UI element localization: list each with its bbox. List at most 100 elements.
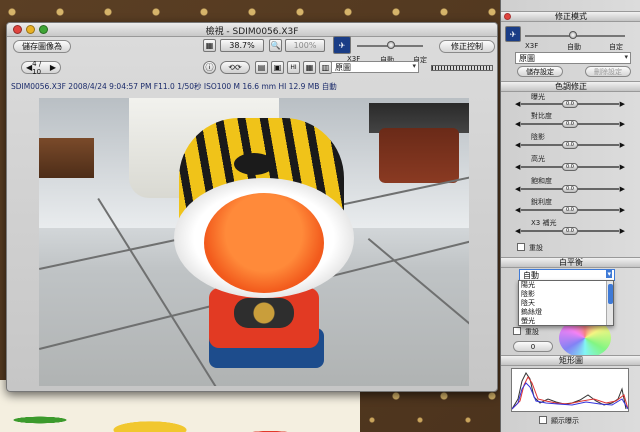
white-balance-header[interactable]: 白平衡 bbox=[501, 257, 640, 268]
wb-reset-checkbox[interactable] bbox=[513, 327, 521, 335]
chevron-down-icon: ▾ bbox=[606, 270, 612, 278]
close-palette-icon[interactable] bbox=[504, 13, 511, 20]
mode-label-auto: 自動 bbox=[567, 43, 581, 51]
wb-option-sunlight[interactable]: 陽光 bbox=[519, 281, 613, 290]
histogram-title: 矩形圖 bbox=[559, 356, 583, 365]
increase-icon[interactable]: ▶ bbox=[620, 227, 625, 235]
display-mode-value: 原圖 bbox=[335, 62, 351, 72]
sharpness-slider[interactable]: ◀ 0.0 ▶ bbox=[515, 206, 625, 214]
increase-icon[interactable]: ▶ bbox=[620, 206, 625, 214]
color-correction-title: 色調修正 bbox=[555, 82, 587, 91]
grid-icon[interactable]: ▦ bbox=[303, 61, 316, 74]
x3f-mode-icon[interactable]: ✈ bbox=[333, 36, 351, 54]
magnify-icon[interactable]: 🔍 bbox=[269, 39, 282, 52]
mode-slider-knob[interactable] bbox=[387, 41, 395, 49]
increase-icon[interactable]: ▶ bbox=[620, 163, 625, 171]
top-toolbar: 儲存圖像為 ▦ 38.7% 🔍 100% ✈ X3F 自動 自定 修正控制 bbox=[7, 36, 497, 64]
saturation-knob[interactable]: 0.0 bbox=[562, 185, 578, 193]
decrease-icon[interactable]: ◀ bbox=[515, 141, 520, 149]
decrease-icon[interactable]: ◀ bbox=[515, 206, 520, 214]
increase-icon[interactable]: ▶ bbox=[620, 100, 625, 108]
floor-grout-line bbox=[367, 238, 469, 369]
wb-option-overcast[interactable]: 陰天 bbox=[519, 299, 613, 308]
white-balance-title: 白平衡 bbox=[559, 258, 583, 267]
increase-icon[interactable]: ▶ bbox=[620, 141, 625, 149]
contrast-slider[interactable]: ◀ 0.0 ▶ bbox=[515, 120, 625, 128]
toy-nose bbox=[234, 153, 274, 175]
dropdown-scrollbar[interactable] bbox=[606, 281, 613, 325]
exposure-knob[interactable]: 0.0 bbox=[562, 100, 578, 108]
rotate-icon[interactable]: ⟲⟳ bbox=[220, 61, 250, 74]
delete-settings-button[interactable]: 刪除設定 bbox=[585, 66, 631, 77]
image-counter: 4 / 10 bbox=[32, 59, 42, 76]
histogram-graph bbox=[511, 372, 629, 410]
contrast-knob[interactable]: 0.0 bbox=[562, 120, 578, 128]
display-mode-select[interactable]: 原圖 ▾ bbox=[331, 61, 419, 73]
histogram-header[interactable]: 矩形圖 bbox=[501, 355, 640, 366]
save-image-button[interactable]: 儲存圖像為 bbox=[13, 40, 71, 53]
window-titlebar[interactable]: 檢視 - SDIM0056.X3F bbox=[7, 23, 497, 37]
show-histogram-checkbox[interactable] bbox=[539, 416, 547, 424]
white-balance-dropdown: 陽光 陰影 陰天 鎢絲燈 螢光 bbox=[518, 280, 614, 326]
x3-fill-knob[interactable]: 0.0 bbox=[562, 227, 578, 235]
increase-icon[interactable]: ▶ bbox=[620, 120, 625, 128]
chevron-down-icon: ▾ bbox=[624, 53, 628, 61]
preset-select-value: 原圖 bbox=[519, 53, 535, 63]
chevron-down-icon: ▾ bbox=[412, 62, 416, 70]
shadows-slider[interactable]: ◀ 0.0 ▶ bbox=[515, 141, 625, 149]
palette-mode-slider-knob[interactable] bbox=[569, 31, 577, 39]
print-icon[interactable]: ▣ bbox=[271, 61, 284, 74]
info-icon[interactable]: ⓘ bbox=[203, 61, 216, 74]
increase-icon[interactable]: ▶ bbox=[620, 185, 625, 193]
mode-label-custom: 自定 bbox=[609, 43, 623, 51]
saturation-slider[interactable]: ◀ 0.0 ▶ bbox=[515, 185, 625, 193]
highlights-knob[interactable]: 0.0 bbox=[562, 163, 578, 171]
image-navigator: ◀ 4 / 10 ▶ bbox=[21, 59, 61, 76]
image-viewer-window: 檢視 - SDIM0056.X3F 儲存圖像為 ▦ 38.7% 🔍 100% ✈… bbox=[6, 22, 498, 392]
wb-value-field[interactable]: 0 bbox=[513, 341, 553, 352]
toy-belt bbox=[234, 298, 294, 328]
histogram-chart bbox=[511, 368, 629, 412]
zoom-value: 38.7% bbox=[229, 41, 255, 50]
toy-face bbox=[204, 193, 324, 293]
zoom-100-field[interactable]: 100% bbox=[285, 39, 325, 52]
next-image-icon[interactable]: ▶ bbox=[50, 63, 56, 72]
photo-canvas[interactable] bbox=[39, 98, 469, 386]
photo-box bbox=[39, 138, 94, 178]
decrease-icon[interactable]: ◀ bbox=[515, 163, 520, 171]
wb-reset-label: 重設 bbox=[525, 328, 539, 336]
correction-control-button[interactable]: 修正控制 bbox=[439, 40, 495, 53]
sharpness-knob[interactable]: 0.0 bbox=[562, 206, 578, 214]
wb-option-fluorescent[interactable]: 螢光 bbox=[519, 317, 613, 326]
color-correction-header[interactable]: 色調修正 bbox=[501, 81, 640, 92]
x3-fill-slider[interactable]: ◀ 0.0 ▶ bbox=[515, 227, 625, 235]
shadows-knob[interactable]: 0.0 bbox=[562, 141, 578, 149]
save-icon[interactable]: ▤ bbox=[255, 61, 268, 74]
highlight-icon[interactable]: HI bbox=[287, 61, 300, 74]
view-mode-icon[interactable]: ▦ bbox=[203, 39, 216, 52]
wb-option-shade[interactable]: 陰影 bbox=[519, 290, 613, 299]
mode-label-x3f: X3F bbox=[525, 42, 539, 50]
decrease-icon[interactable]: ◀ bbox=[515, 227, 520, 235]
correction-mode-title: 修正模式 bbox=[555, 12, 587, 21]
decrease-icon[interactable]: ◀ bbox=[515, 120, 520, 128]
wb-option-tungsten[interactable]: 鎢絲燈 bbox=[519, 308, 613, 317]
zoom-fixed-value: 100% bbox=[293, 41, 317, 50]
preset-select[interactable]: 原圖 ▾ bbox=[515, 52, 631, 64]
window-title: 檢視 - SDIM0056.X3F bbox=[205, 27, 299, 37]
highlights-slider[interactable]: ◀ 0.0 ▶ bbox=[515, 163, 625, 171]
image-info-bar: SDIM0056.X3F 2008/4/24 9:04:57 PM F11.0 … bbox=[11, 82, 337, 91]
decrease-icon[interactable]: ◀ bbox=[515, 185, 520, 193]
white-balance-value: 自動 bbox=[523, 270, 539, 280]
x3f-mode-icon[interactable]: ✈ bbox=[505, 26, 521, 42]
photo-camera-bag bbox=[379, 128, 459, 183]
filmstrip-indicator bbox=[431, 65, 493, 71]
reset-label: 重設 bbox=[529, 244, 543, 252]
zoom-level-field[interactable]: 38.7% bbox=[220, 39, 264, 52]
correction-mode-header[interactable]: 修正模式 bbox=[501, 11, 640, 22]
exposure-slider[interactable]: ◀ 0.0 ▶ bbox=[515, 100, 625, 108]
reset-checkbox[interactable] bbox=[517, 243, 525, 251]
decrease-icon[interactable]: ◀ bbox=[515, 100, 520, 108]
save-settings-button[interactable]: 儲存設定 bbox=[517, 66, 563, 77]
show-histogram-label: 顯示曝示 bbox=[551, 417, 579, 425]
